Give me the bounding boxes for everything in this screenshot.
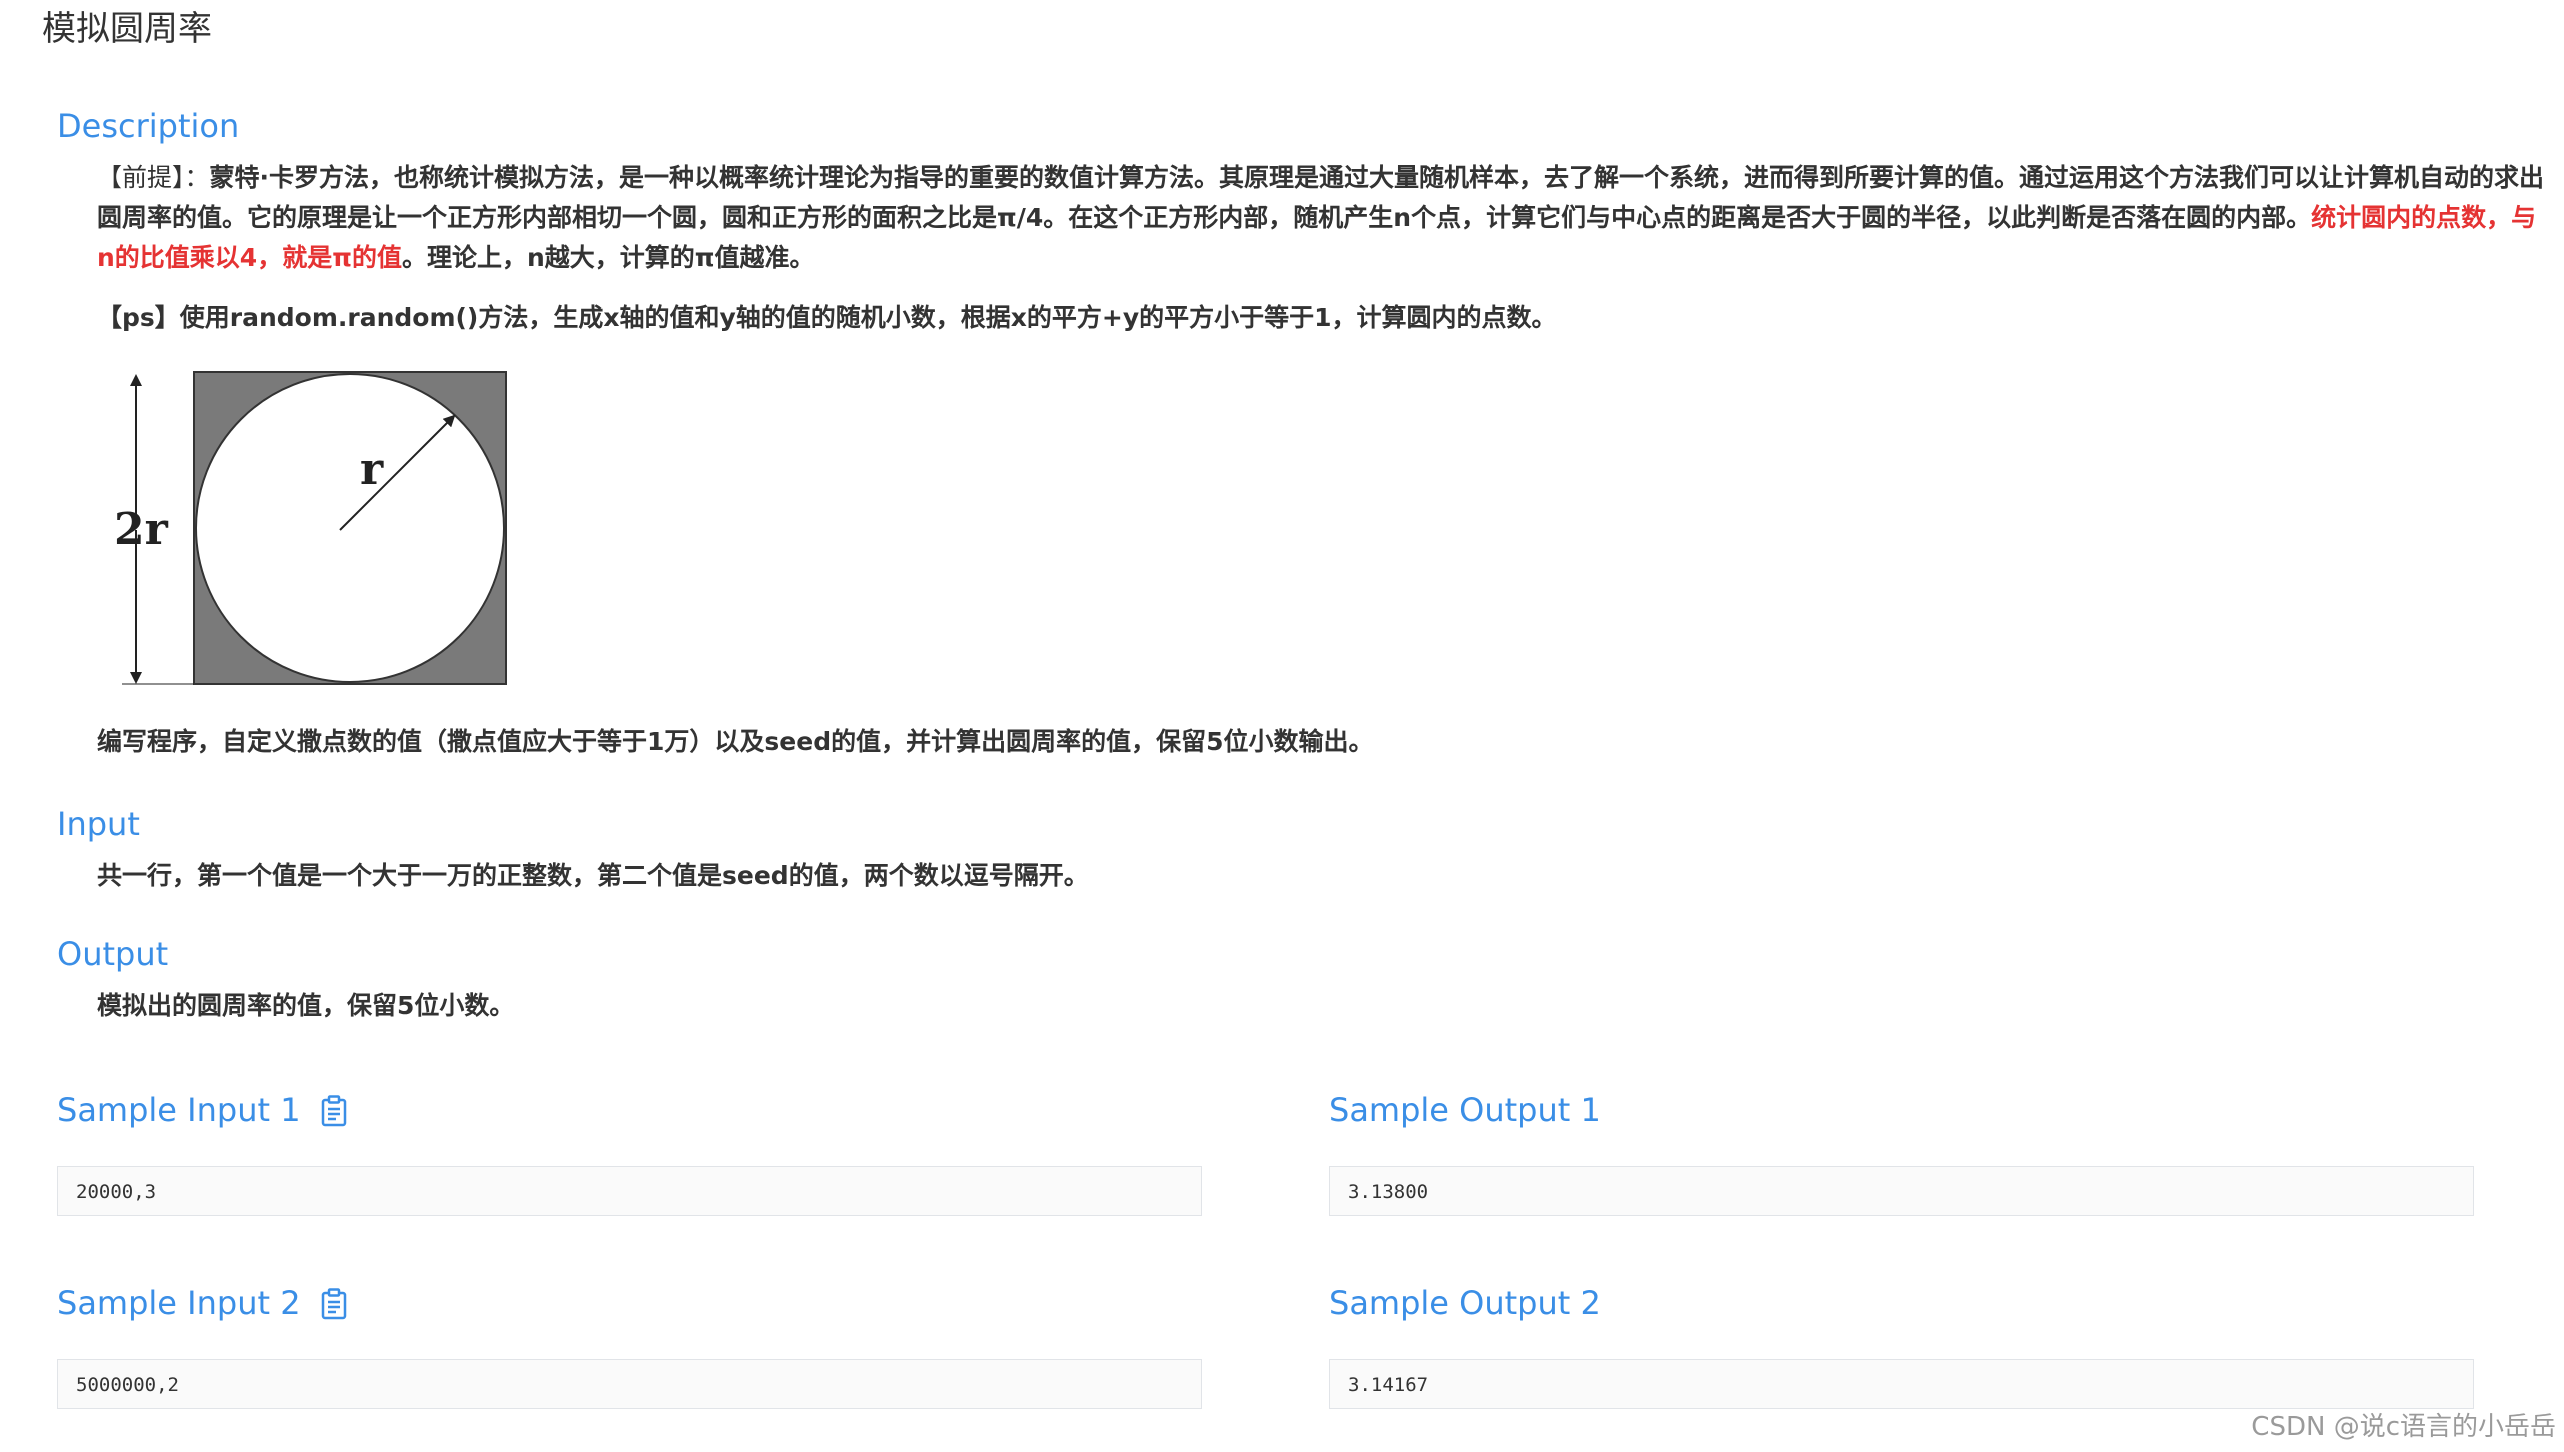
output-heading: Output: [57, 935, 169, 973]
sample-output-2-heading: Sample Output 2: [1329, 1281, 1601, 1325]
description-text: 【前提】：蒙特·卡罗方法，也称统计模拟方法，是一种以概率统计理论为指导的重要的数…: [97, 158, 2547, 278]
description-text-main: 蒙特·卡罗方法，也称统计模拟方法，是一种以概率统计理论为指导的重要的数值计算方法…: [97, 163, 2545, 232]
description-heading: Description: [57, 107, 240, 145]
circle-in-square-figure: r 2r: [102, 362, 542, 692]
clipboard-icon[interactable]: [321, 1287, 347, 1320]
ps-note: 【ps】使用random.random()方法，生成x轴的值和y轴的值的随机小数…: [97, 303, 1557, 332]
sample-output-1-heading: Sample Output 1: [1329, 1088, 1601, 1132]
input-text: 共一行，第一个值是一个大于一万的正整数，第二个值是seed的值，两个数以逗号隔开…: [97, 861, 1089, 890]
sample-output-1-box[interactable]: 3.13800: [1329, 1166, 2474, 1216]
sample-input-1-label: Sample Input 1: [57, 1091, 301, 1129]
sample-output-2-box[interactable]: 3.14167: [1329, 1359, 2474, 1409]
csdn-watermark: CSDN @说c语言的小岳岳: [2251, 1412, 2556, 1442]
sample-output-1-label: Sample Output 1: [1329, 1091, 1601, 1129]
page-title: 模拟圆周率: [42, 9, 212, 49]
description-text-end: 。理论上，n越大，计算的π值越准。: [401, 243, 815, 272]
radius-label: r: [360, 444, 384, 495]
input-heading: Input: [57, 805, 140, 843]
clipboard-icon[interactable]: [321, 1094, 347, 1127]
premise-label: 【前提】：: [97, 163, 210, 192]
diameter-label: 2r: [114, 504, 169, 555]
sample-input-2-heading: Sample Input 2: [57, 1281, 347, 1325]
sample-input-1-box[interactable]: 20000,3: [57, 1166, 1202, 1216]
task-text: 编写程序，自定义撒点数的值（撒点值应大于等于1万）以及seed的值，并计算出圆周…: [97, 727, 1374, 756]
sample-output-2-label: Sample Output 2: [1329, 1284, 1601, 1322]
sample-input-2-label: Sample Input 2: [57, 1284, 301, 1322]
sample-input-1-heading: Sample Input 1: [57, 1088, 347, 1132]
sample-input-2-box[interactable]: 5000000,2: [57, 1359, 1202, 1409]
circle-shape: [195, 373, 505, 683]
output-text: 模拟出的圆周率的值，保留5位小数。: [97, 991, 515, 1020]
